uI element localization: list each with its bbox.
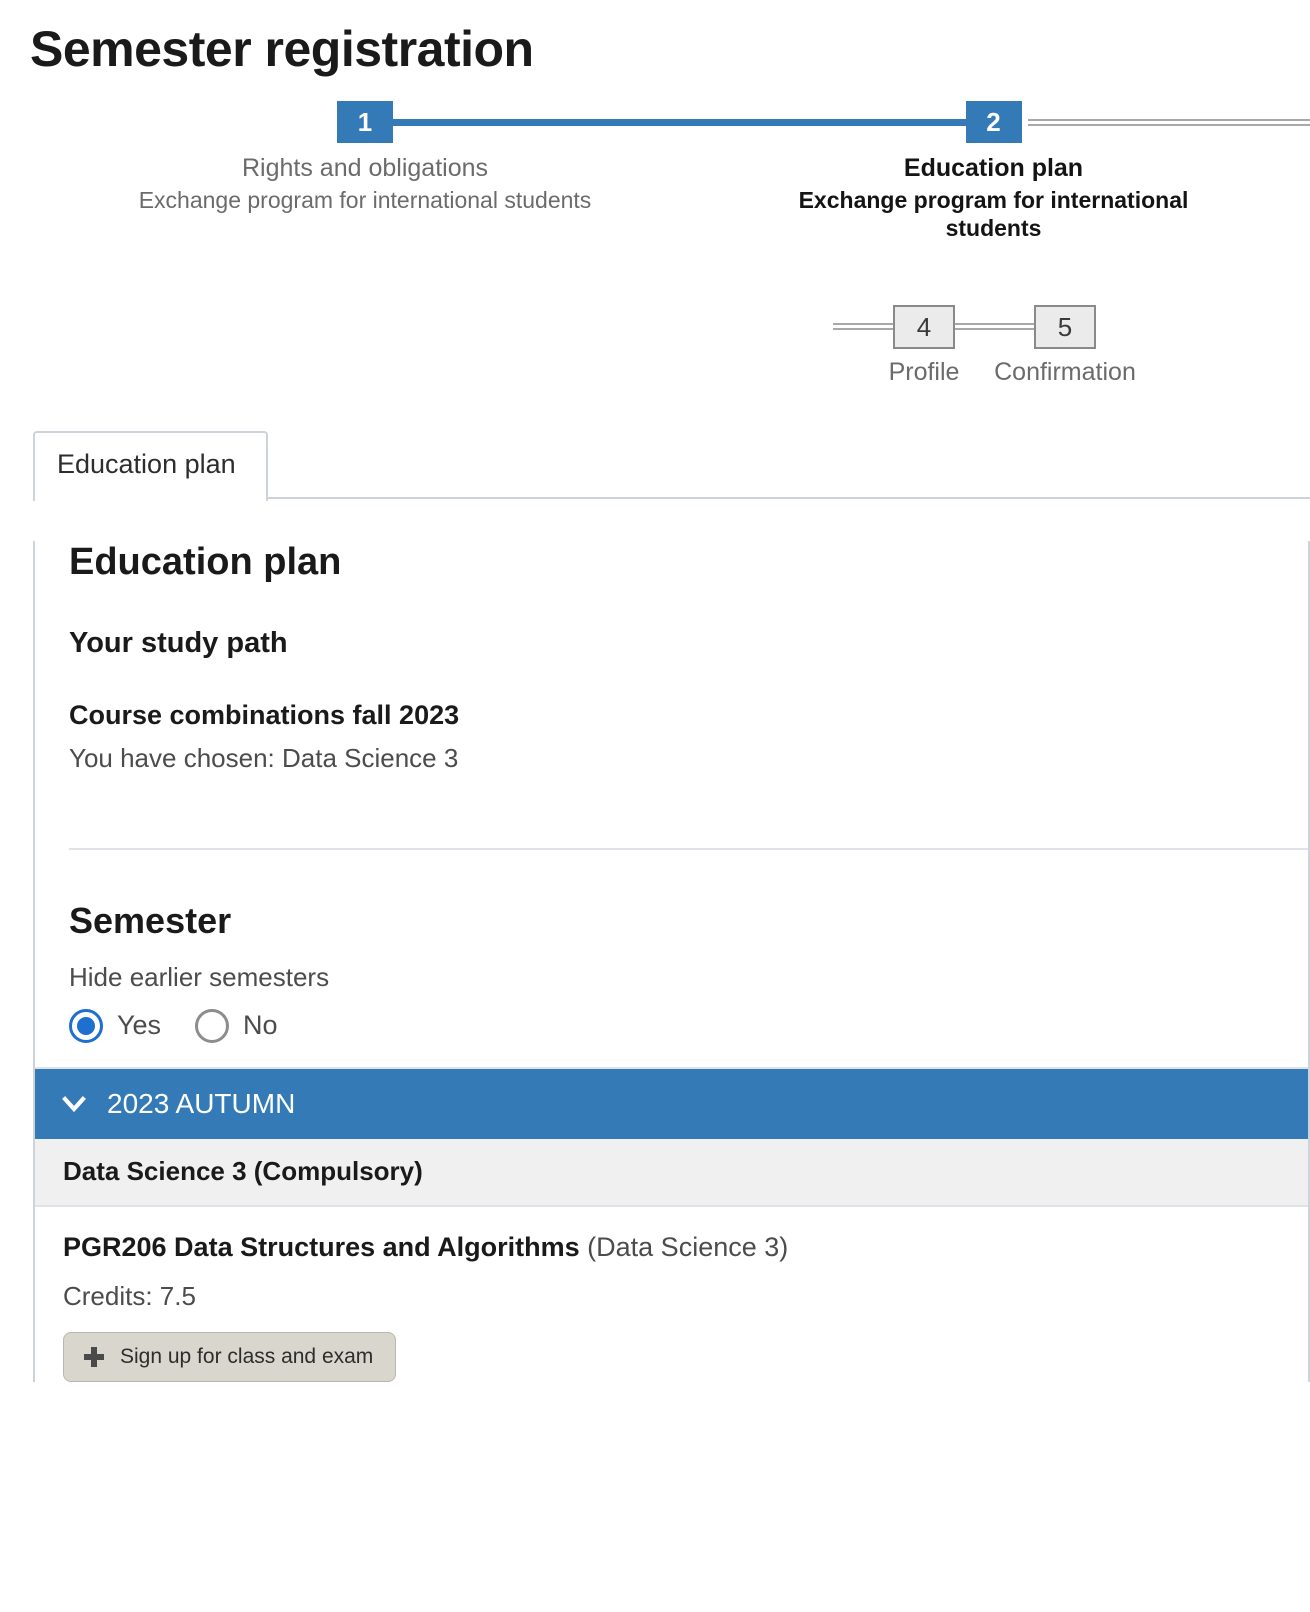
course-category-header: Data Science 3 (Compulsory) [35,1138,1308,1207]
hide-earlier-semesters-label: Hide earlier semesters [69,961,330,992]
radio-yes-label: Yes [117,1010,162,1041]
stepper-step-1[interactable]: 1 Rights and obligations Exchange progra… [70,101,660,214]
panel-content: Education plan Your study path Course co… [35,541,1308,1043]
stepper-connector-1-2 [393,119,978,126]
stepper-step-2-sublabel: Exchange program for international stude… [798,186,1189,242]
registration-stepper: 1 Rights and obligations Exchange progra… [0,101,1310,431]
semester-header-2023-autumn[interactable]: 2023 AUTUMN [35,1066,1308,1139]
stepper-step-2-label: Education plan [903,154,1084,182]
course-program: (Data Science 3) [587,1231,789,1262]
chevron-down-icon [61,1091,87,1117]
radio-option-no[interactable]: No [195,1008,278,1043]
course-credits: Credits: 7.5 [63,1281,196,1312]
plus-icon [82,1345,106,1369]
tab-education-plan[interactable]: Education plan [33,431,268,501]
stepper-step-4[interactable]: 4 Profile [866,305,982,388]
section-heading-semester: Semester [69,899,232,941]
radio-no-indicator[interactable] [195,1008,230,1043]
semester-accordion: 2023 AUTUMN Data Science 3 (Compulsory) … [35,1066,1308,1383]
hide-earlier-semesters-radio-group: Yes No [69,1008,1308,1043]
course-item: PGR206 Data Structures and Algorithms (D… [35,1207,1308,1383]
section-divider [69,847,1308,850]
radio-yes-indicator[interactable] [69,1008,103,1043]
stepper-step-4-number: 4 [893,305,955,349]
stepper-step-4-label: Profile [888,358,960,386]
stepper-step-1-number: 1 [337,101,393,143]
page-title: Semester registration [30,21,534,77]
sign-up-for-class-and-exam-button[interactable]: Sign up for class and exam [63,1332,397,1383]
sign-up-button-label: Sign up for class and exam [120,1345,374,1369]
chosen-combination-text: You have chosen: Data Science 3 [69,742,459,773]
stepper-connector-2-3 [1028,119,1310,126]
subheading-study-path: Your study path [69,626,288,659]
stepper-step-5-label: Confirmation [994,358,1136,386]
education-plan-panel: Education plan Your study path Course co… [33,541,1310,1383]
stepper-step-5[interactable]: 5 Confirmation [975,305,1155,388]
semester-title: 2023 AUTUMN [107,1087,296,1119]
stepper-step-2-number: 2 [965,101,1022,143]
course-title: PGR206 Data Structures and Algorithms (D… [63,1231,1308,1263]
tab-strip: Education plan [33,431,1310,501]
subheading-course-combinations: Course combinations fall 2023 [69,699,460,730]
stepper-step-1-sublabel: Exchange program for international stude… [138,186,592,213]
course-code-and-name: PGR206 Data Structures and Algorithms [63,1231,580,1262]
radio-option-yes[interactable]: Yes [69,1008,162,1043]
stepper-step-1-label: Rights and obligations [242,154,488,182]
section-heading-education-plan: Education plan [69,541,342,583]
stepper-step-5-number: 5 [1034,305,1096,349]
radio-no-label: No [243,1010,278,1041]
